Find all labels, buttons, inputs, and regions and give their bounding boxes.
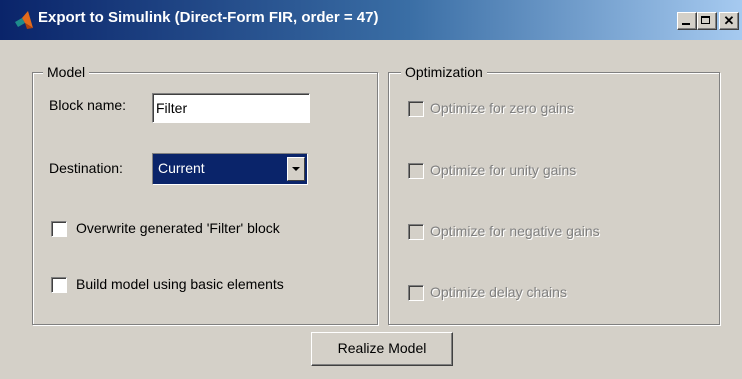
optimization-legend: Optimization	[401, 63, 487, 81]
title-bar[interactable]: Export to Simulink (Direct-Form FIR, ord…	[0, 0, 742, 40]
matlab-logo-icon	[15, 11, 33, 29]
zero-gains-label: Optimize for zero gains	[430, 100, 574, 116]
block-name-input[interactable]: Filter	[152, 93, 310, 123]
destination-select[interactable]: Current	[152, 153, 308, 185]
close-icon: ✕	[723, 13, 735, 28]
maximize-icon	[701, 16, 710, 24]
close-button[interactable]: ✕	[719, 12, 739, 30]
delay-chains-checkbox[interactable]	[408, 285, 424, 301]
realize-model-button[interactable]: Realize Model	[311, 332, 453, 366]
overwrite-checkbox[interactable]	[51, 221, 67, 237]
delay-chains-label: Optimize delay chains	[430, 284, 567, 300]
basic-elements-label[interactable]: Build model using basic elements	[76, 276, 284, 292]
negative-gains-label: Optimize for negative gains	[430, 223, 600, 239]
block-name-label: Block name:	[49, 97, 127, 113]
basic-elements-checkbox[interactable]	[51, 277, 67, 293]
negative-gains-checkbox[interactable]	[408, 224, 424, 240]
model-legend: Model	[43, 63, 90, 81]
overwrite-label[interactable]: Overwrite generated 'Filter' block	[76, 220, 280, 236]
dropdown-button[interactable]	[287, 157, 305, 181]
unity-gains-checkbox[interactable]	[408, 163, 424, 179]
chevron-down-icon	[292, 167, 300, 171]
unity-gains-label: Optimize for unity gains	[430, 162, 577, 178]
maximize-button[interactable]	[697, 12, 717, 30]
minimize-button[interactable]	[677, 12, 697, 30]
minimize-icon	[682, 23, 690, 25]
zero-gains-checkbox[interactable]	[408, 101, 424, 117]
destination-value: Current	[158, 160, 205, 176]
window-title: Export to Simulink (Direct-Form FIR, ord…	[38, 9, 379, 26]
destination-label: Destination:	[49, 160, 123, 176]
